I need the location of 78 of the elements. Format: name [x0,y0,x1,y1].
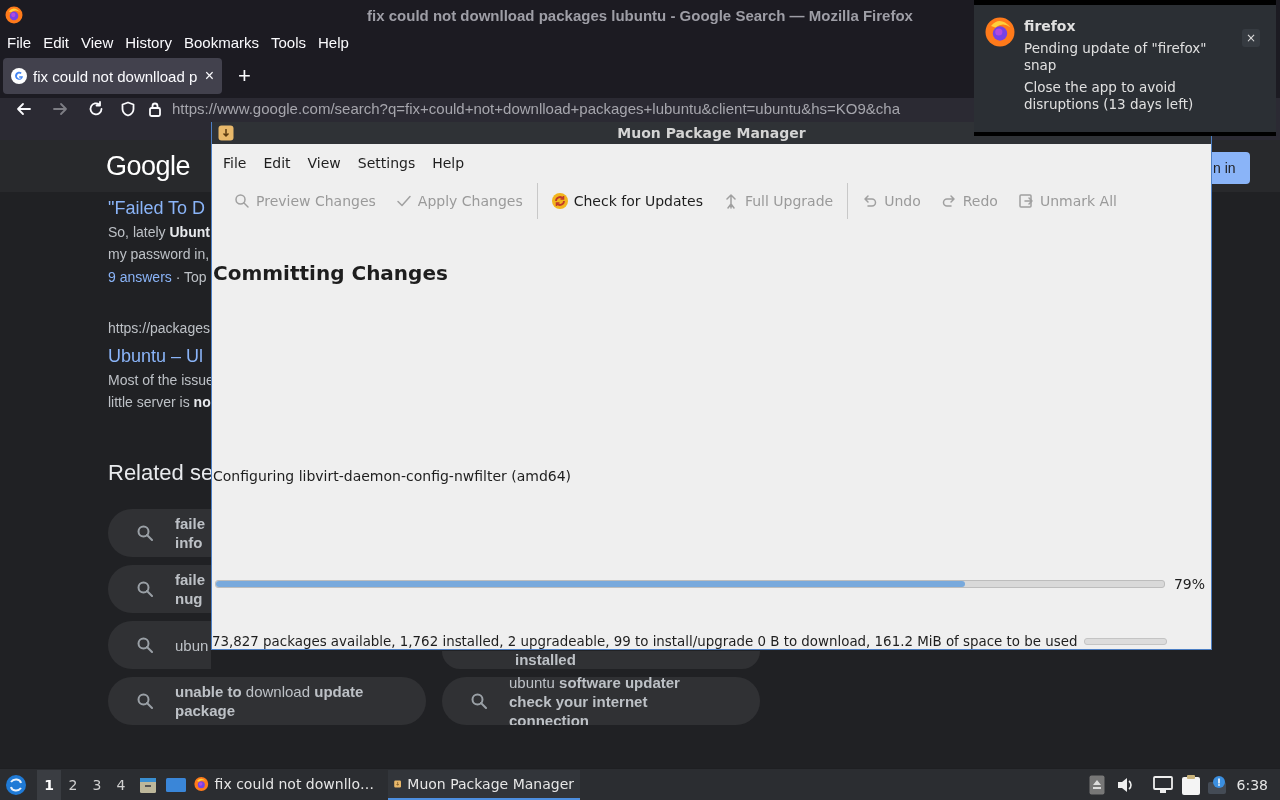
menu-item[interactable]: Help [425,155,472,171]
menu-item[interactable]: Settings [350,155,423,171]
page-heading: Committing Changes [213,260,449,286]
related-search-chip[interactable]: ubuntu software updater check your internet connection [442,677,760,725]
refresh-icon [551,193,568,209]
volume-icon[interactable] [1116,776,1135,793]
result-snippet: little server is no [108,394,211,410]
new-tab-button[interactable]: + [238,63,251,89]
result-title-link[interactable]: "Failed To D [108,198,206,218]
taskbar-button[interactable]: fix could not downllo… [188,769,380,800]
menu-item[interactable]: View [300,155,348,171]
search-icon [234,193,250,209]
back-icon[interactable] [16,101,32,117]
menu-item[interactable]: File [1,33,38,51]
close-button[interactable]: × [1242,29,1260,47]
related-search-chip[interactable]: ubun [108,621,211,669]
menu-item[interactable]: File [216,155,254,171]
search-icon [137,693,153,709]
firefox-logo-icon [985,17,1015,47]
unmark-icon [1017,193,1034,209]
url-field[interactable]: https://www.google.com/search?q=fix+could+not+downlload+packages+lubuntu&client=ubuntu&hs=KO9&cha [172,101,900,117]
clipboard-icon[interactable] [1180,773,1201,796]
shield-icon[interactable] [120,101,136,117]
search-icon [137,637,153,653]
menu-item[interactable]: History [119,33,178,51]
forward-icon[interactable] [52,101,68,117]
progress-percent: 79% [1173,576,1205,592]
toolbar-button[interactable]: Check for Updates [545,186,709,216]
menu-item[interactable]: Tools [265,33,312,51]
sign-in-button[interactable]: n in [1212,152,1250,184]
related-search-chip[interactable]: installed [442,651,760,669]
tab-close-button[interactable]: × [204,67,214,85]
result-snippet: my password in, [108,246,210,262]
result-title-link[interactable]: Ubuntu – Ul [108,346,204,366]
workspace-button[interactable]: 1 [37,769,61,800]
menu-item[interactable]: Help [312,33,355,51]
search-icon [137,581,153,597]
workspace-button[interactable]: 4 [109,769,133,800]
search-icon [137,525,153,541]
notification-text: Pending update of "firefox" snap [1024,40,1208,74]
clock: 6:38 [1236,776,1268,793]
firefox-logo-icon [5,6,23,24]
result-snippet: So, lately Ubunt [108,224,210,240]
workspace-button[interactable]: 2 [61,769,85,800]
menu-item[interactable]: View [75,33,120,51]
package-icon [218,125,234,141]
status-text: Configuring libvirt-daemon-config-nwfilter (amd64) [213,468,572,484]
related-search-chip[interactable]: faile info [108,509,211,557]
result-meta: · Top [175,269,207,285]
menu-item[interactable]: Edit [37,33,76,51]
section-heading: Related se [108,460,214,485]
check-icon [395,193,412,209]
workspace-button[interactable]: 3 [85,769,109,800]
redo-icon [940,193,957,209]
related-search-chip[interactable]: unable to download update package [108,677,426,725]
window-title: fix could not downlload packages lubuntu - Google Search — Mozilla Firefox [366,6,914,24]
undo-icon [862,193,879,209]
search-icon [471,693,487,709]
eject-icon[interactable] [1088,774,1105,795]
google-logo: Google [106,150,191,182]
notification-title: firefox [1024,17,1077,35]
notification-text: Close the app to avoid disruptions (13 days left) [1024,79,1195,113]
window-title: Muon Package Manager [616,125,807,141]
result-url: https://packages [108,320,210,336]
notification-icon[interactable] [1206,774,1227,795]
reload-icon[interactable] [88,101,104,117]
menu-item[interactable]: Edit [256,155,298,171]
menu-item[interactable]: Bookmarks [177,33,265,51]
google-favicon-icon [11,68,27,84]
related-search-chip[interactable]: faile nug [108,565,211,613]
status-bar-text: 73,827 packages available, 1,762 installed, 2 upgradeable, 99 to install/upgrade 0 B to download, 161.2 MiB of space to be used [212,634,1078,649]
answers-link[interactable]: 9 answers [108,269,172,285]
file-cabinet-icon[interactable] [139,775,157,794]
lock-icon [148,101,162,117]
desktop-icon[interactable] [166,776,186,793]
taskbar-button[interactable]: Muon Package Manager [388,769,580,800]
browser-tab[interactable]: fix could not downlload p × [3,58,222,94]
start-menu-icon[interactable] [5,773,27,796]
